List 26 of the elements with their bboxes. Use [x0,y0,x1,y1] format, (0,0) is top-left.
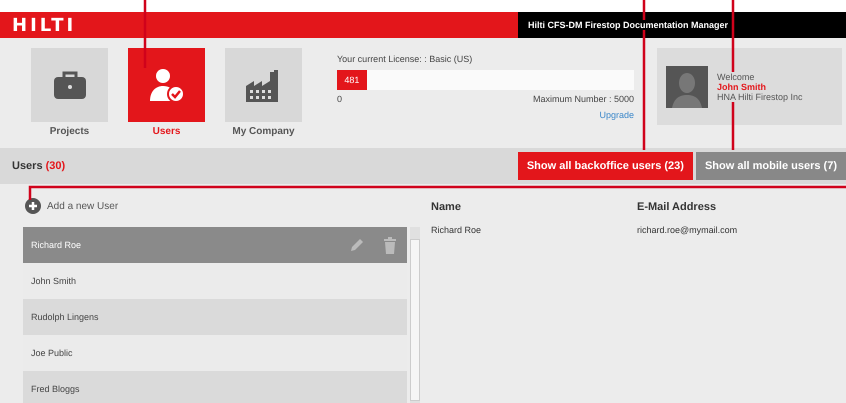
filter-button[interactable]: Show all mobile users (7) [696,152,846,180]
user-list-item[interactable]: Fred Bloggs [23,371,407,403]
license-count: 481 [337,70,367,90]
hilti-logo: HILTI [12,14,76,36]
table-cell-text: richard.roe@mymail.com [637,225,738,235]
filter-button[interactable]: Show all backoffice users (23) [518,152,693,180]
briefcase-icon [52,70,86,100]
plus-icon [25,198,41,214]
user-list-item[interactable]: Richard Roe [23,227,407,263]
add-user-button[interactable]: Add a new User [25,198,118,214]
company-name: HNA Hilti Firestop Inc [717,92,803,102]
avatar-icon [666,66,708,108]
user-check-icon [148,67,186,103]
pencil-icon[interactable] [349,237,365,253]
column-header: E-Mail Address [637,201,718,213]
license-max: Maximum Number : 5000 [532,94,634,104]
app-title: Hilti CFS-DM Firestop Documentation Manager [528,20,728,30]
upgrade-link[interactable]: Upgrade [599,110,634,120]
scrollbar[interactable] [410,227,420,403]
license-min: 0 [337,94,342,104]
user-list-item[interactable]: Rudolph Lingens [23,299,407,335]
trash-icon[interactable] [383,236,397,254]
column-header: Name [431,201,462,213]
license-label: Your current License: : Basic (US) [337,54,474,64]
users-title: Users (30) [12,160,66,172]
table-cell-text: Richard Roe [431,225,482,235]
